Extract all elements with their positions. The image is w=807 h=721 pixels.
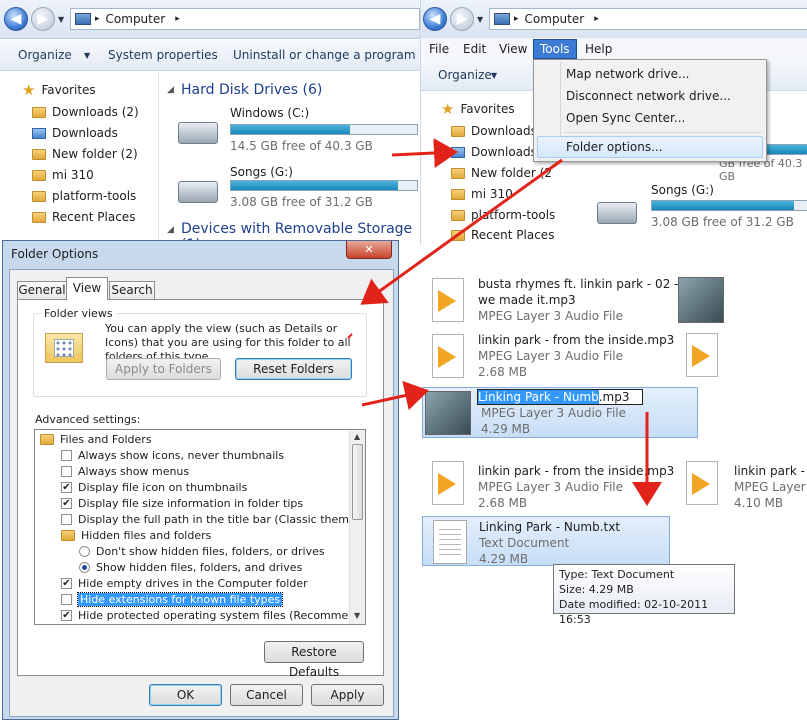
annotation-mark (347, 333, 353, 339)
annotation-arrows (347, 138, 662, 506)
arrow-to-folder-options (391, 138, 458, 168)
arrow-to-view-tab (360, 158, 563, 305)
tab-view[interactable]: View (66, 277, 108, 300)
arrow-to-rename (361, 380, 429, 411)
